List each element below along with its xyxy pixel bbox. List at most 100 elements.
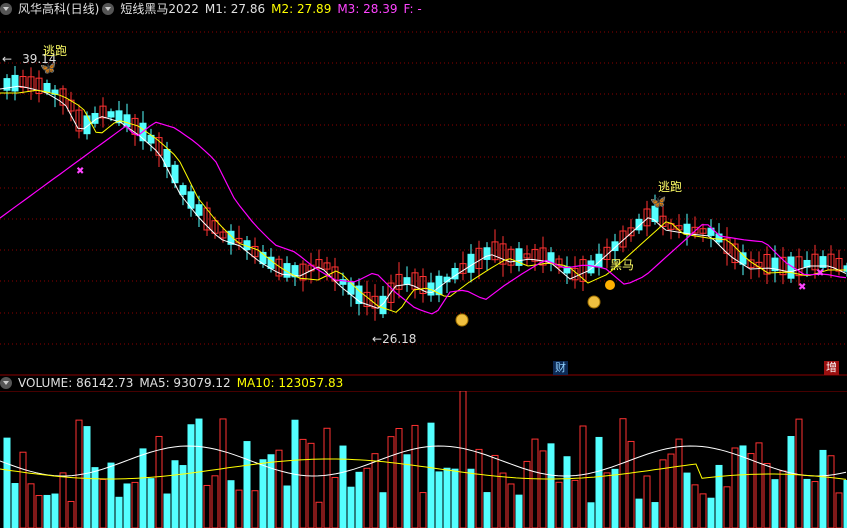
volume-bar [59, 472, 67, 528]
volume-bar [3, 437, 11, 528]
candle-body [403, 277, 411, 285]
volume-bar [595, 436, 603, 528]
volume-bar [835, 492, 843, 528]
volume-bar [459, 391, 467, 528]
volume-bar [227, 480, 235, 528]
increase-badge[interactable]: 增 [824, 361, 839, 375]
volume-bar [467, 468, 475, 528]
volume-bar [283, 485, 291, 528]
m1-value: M1: 27.86 [204, 2, 266, 16]
volume-bar [635, 498, 643, 528]
volume-bar [515, 494, 523, 528]
volume-bar [347, 486, 355, 528]
volume-bar [819, 449, 827, 528]
volume-bar [419, 492, 427, 528]
volume-bar [35, 495, 43, 528]
volume-bar [395, 428, 403, 528]
volume-bar [683, 472, 691, 528]
volume-bar [179, 465, 187, 528]
volume-bar [667, 453, 675, 528]
candle-body [179, 185, 187, 195]
volume-bar [531, 438, 539, 528]
volume-bar [307, 442, 315, 528]
price-chart[interactable]: 🦋🦋✖✖✖ [0, 18, 847, 376]
volume-bar [187, 424, 195, 528]
volume-bar [147, 478, 155, 528]
volume-bar [443, 467, 451, 528]
butterfly-icon: 🦋 [650, 195, 666, 210]
volume-bar [451, 468, 459, 528]
candle-body [467, 253, 475, 273]
volume-bar [259, 459, 267, 528]
volume-bar [523, 460, 531, 528]
volume-bar [715, 464, 723, 528]
volume-bar [27, 483, 35, 528]
volume-bar [427, 422, 435, 528]
volume-bar [411, 424, 419, 528]
escape-signal-label: 逃跑 [658, 180, 683, 194]
volume-bar [11, 483, 19, 528]
volume-bar [723, 486, 731, 528]
cross-marker-icon: ✖ [816, 268, 824, 279]
finance-badge[interactable]: 财 [553, 361, 568, 375]
volume-bar [51, 493, 59, 528]
chevron-down-icon[interactable] [0, 377, 12, 389]
indicator-name: 短线黑马2022 [120, 2, 199, 16]
volume-bar [579, 425, 587, 528]
volume-bar [219, 418, 227, 528]
volume-bar [371, 453, 379, 528]
volume-bar [675, 438, 683, 528]
volume-bar [163, 493, 171, 528]
volume-bar [747, 453, 755, 528]
money-bag-icon [455, 313, 469, 327]
volume-bar [787, 435, 795, 528]
cross-marker-icon: ✖ [798, 282, 806, 293]
volume-indicator-header: VOLUME: 86142.73 MA5: 93079.12 MA10: 12305… [0, 374, 349, 392]
volume-bar [379, 492, 387, 528]
volume-bar [763, 462, 771, 528]
volume-bar [507, 483, 515, 528]
volume-bar [587, 502, 595, 528]
volume-bar [475, 448, 483, 528]
volume-bar [323, 427, 331, 528]
volume-bar [811, 481, 819, 528]
cross-marker-icon: ✖ [76, 166, 84, 177]
volume-bar [115, 496, 123, 528]
volume-bar [235, 489, 243, 528]
volume-bar [267, 454, 275, 528]
volume-bar [643, 475, 651, 528]
candle-body [107, 111, 115, 118]
volume-bar [707, 497, 715, 528]
chevron-down-icon[interactable] [0, 3, 12, 15]
f-value: F: - [403, 2, 422, 16]
volume-bar [771, 479, 779, 528]
volume-bar [123, 483, 131, 528]
volume-bar [779, 470, 787, 528]
volume-bar [739, 445, 747, 528]
volume-bar [563, 456, 571, 528]
volume-chart[interactable] [0, 391, 847, 528]
candle-body [11, 74, 19, 92]
volume-value: VOLUME: 86142.73 [18, 376, 134, 390]
volume-bar [43, 494, 51, 528]
volume-bar [435, 471, 443, 528]
volume-bar [299, 438, 307, 528]
volume-bar [699, 493, 707, 528]
dark-horse-icon [605, 280, 615, 290]
volume-bar [603, 472, 611, 528]
volume-bar [195, 418, 203, 528]
volume-bar [403, 454, 411, 528]
volume-bar [803, 478, 811, 528]
chevron-down-icon[interactable] [102, 3, 115, 15]
volume-bar [555, 481, 563, 528]
volume-bar [99, 478, 107, 528]
volume-bar [539, 450, 547, 528]
volume-bar [627, 440, 635, 528]
candle-body [379, 295, 387, 315]
volume-bar [131, 481, 139, 528]
volume-bar [203, 484, 211, 528]
volume-bar [611, 468, 619, 528]
volume-bar [251, 490, 259, 528]
volume-bar [243, 441, 251, 528]
volume-bar [491, 454, 499, 528]
